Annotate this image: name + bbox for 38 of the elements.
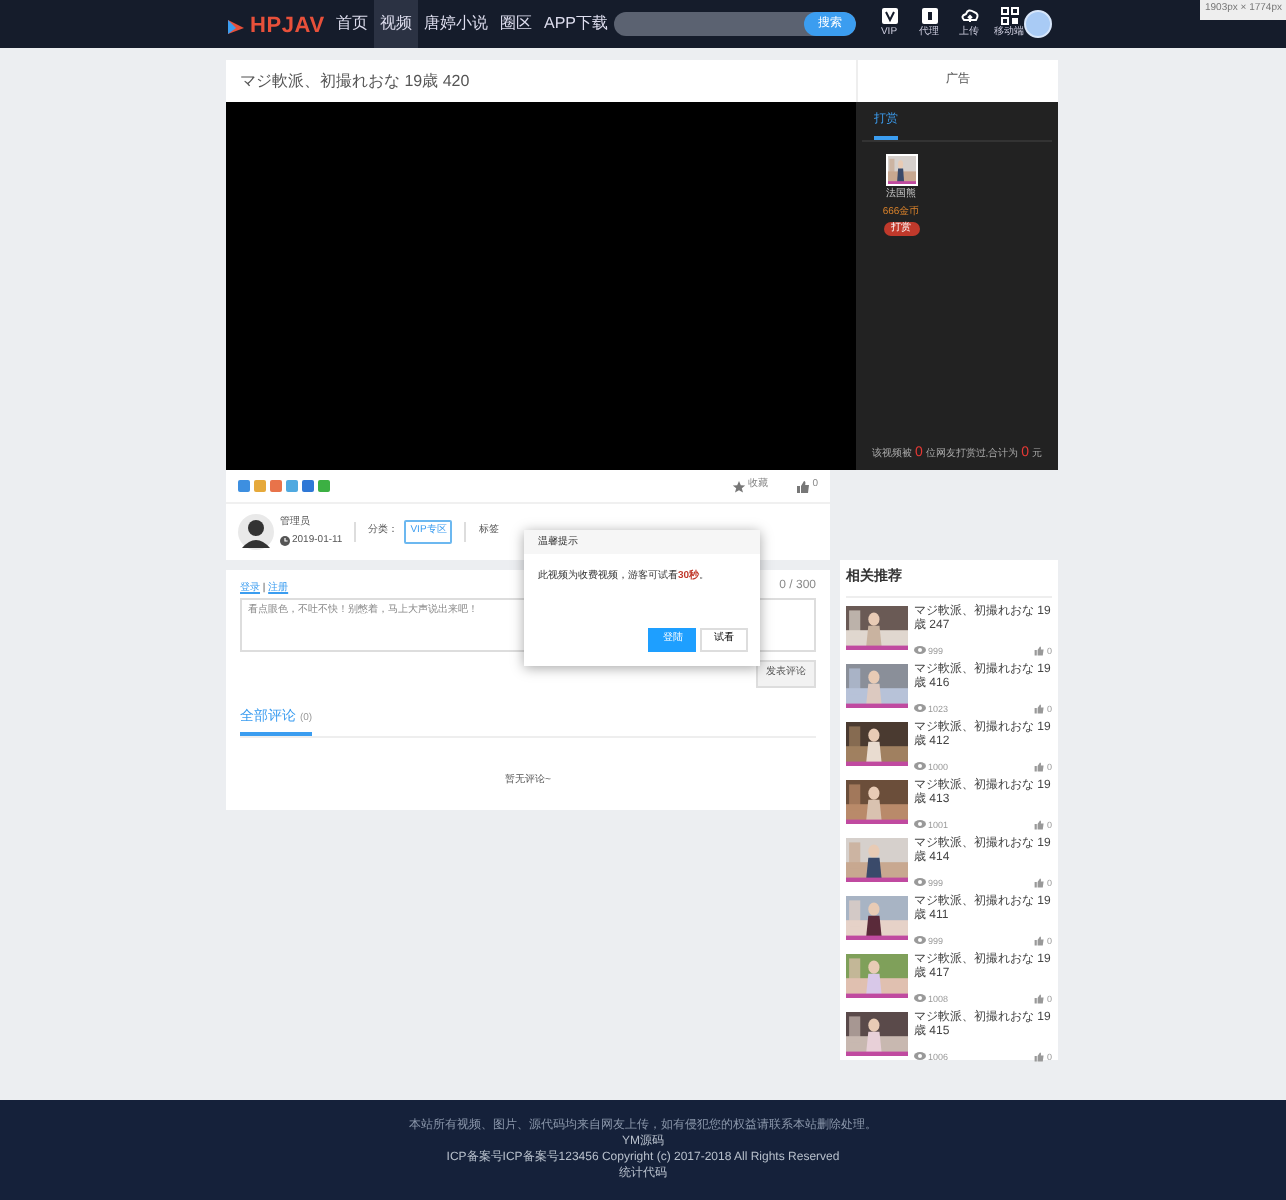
thumbs-up-icon [1034,993,1045,1004]
nav-link[interactable]: 首页 [330,0,374,48]
share-icon[interactable] [254,480,266,492]
thumbs-up-icon [1034,703,1045,714]
eye-icon [914,878,926,887]
eye-icon [914,820,926,829]
clock-icon [280,536,290,547]
thumbs-up-icon [1034,935,1045,946]
thumbs-up-icon [1034,1051,1045,1062]
eye-icon [914,762,926,771]
star-icon [732,479,747,493]
thumbs-up-icon [1034,877,1045,888]
nav-link[interactable]: 圈区 [494,0,538,48]
logo-icon [226,17,246,36]
badge-icon [919,6,939,26]
share-icon[interactable] [302,480,314,492]
qr-code-icon [999,6,1019,26]
nav-link[interactable]: 视频 [374,0,418,48]
share-icon[interactable] [286,480,298,492]
thumbs-up-icon [1034,819,1045,830]
eye-icon [914,704,926,713]
cloud-upload-icon [959,6,979,26]
share-icon[interactable] [238,480,250,492]
thumbs-up-icon [1034,761,1045,772]
logo[interactable]: HPJAV [226,10,325,43]
avatar [238,514,274,550]
eye-icon [914,646,926,655]
user-avatar[interactable] [1024,10,1052,38]
nav-link[interactable]: APP下载 [538,0,615,48]
nav-link[interactable]: 唐婷小说 [418,0,494,48]
video-title: マジ軟派、初撮れおな 19歳 420 [226,60,856,102]
eye-icon [914,936,926,945]
share-icon[interactable] [270,480,282,492]
thumbs-up-icon [1034,645,1045,656]
vip-icon [879,6,899,26]
share-icon[interactable] [318,480,330,492]
thumbs-up-icon [796,479,811,493]
eye-icon [914,994,926,1003]
